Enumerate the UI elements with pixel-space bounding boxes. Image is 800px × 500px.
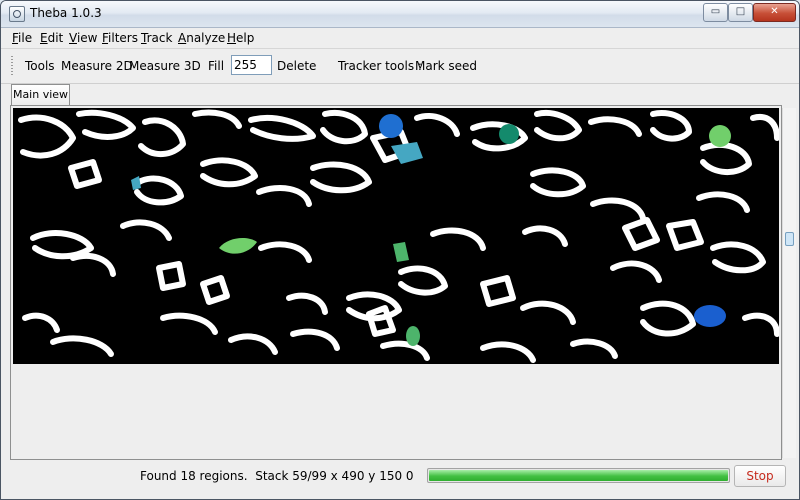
menu-help[interactable]: Help (227, 31, 254, 45)
title-bar[interactable]: Theba 1.0.3 ▭ □ ✕ (1, 1, 799, 28)
segmentation-image[interactable] (13, 108, 779, 364)
fill-value-input[interactable]: 255 (231, 55, 272, 75)
status-message: Found 18 regions. (140, 469, 248, 483)
app-icon (9, 6, 25, 22)
delete-button[interactable]: Delete (277, 59, 316, 73)
progress-fill (429, 470, 728, 481)
minimize-button[interactable]: ▭ (703, 3, 728, 22)
menu-file[interactable]: File (12, 31, 32, 45)
tab-strip: Main view (11, 84, 781, 106)
region-blue-bottom[interactable] (694, 305, 726, 327)
region-green-bottom[interactable] (406, 326, 420, 346)
menu-analyze[interactable]: Analyze (178, 31, 225, 45)
window-title: Theba 1.0.3 (30, 6, 102, 20)
menu-track[interactable]: Track (141, 31, 172, 45)
scrollbar-thumb[interactable] (785, 232, 794, 246)
stop-button[interactable]: Stop (734, 465, 786, 487)
menu-filters[interactable]: Filters (102, 31, 138, 45)
progress-bar (427, 468, 730, 483)
mark-seed-button[interactable]: Mark seed (415, 59, 477, 73)
region-green-right[interactable] (709, 125, 731, 147)
region-blue-top[interactable] (379, 114, 403, 138)
measure-3d-button[interactable]: Measure 3D (129, 59, 201, 73)
menu-bar: File Edit View Filters Track Analyze Hel… (1, 28, 799, 49)
tab-main-view[interactable]: Main view (11, 84, 70, 105)
main-view-panel (10, 105, 782, 460)
maximize-button[interactable]: □ (728, 3, 753, 22)
close-button[interactable]: ✕ (753, 3, 796, 22)
segmentation-canvas[interactable] (13, 108, 779, 364)
menu-view[interactable]: View (69, 31, 97, 45)
menu-edit[interactable]: Edit (40, 31, 63, 45)
region-teal-top[interactable] (499, 124, 519, 144)
fill-button[interactable]: Fill (208, 59, 224, 73)
toolbar: Tools Measure 2D Measure 3D Fill 255 Del… (1, 49, 799, 84)
measure-2d-button[interactable]: Measure 2D (61, 59, 133, 73)
tracker-tools-label: Tracker tools : (338, 59, 422, 73)
toolbar-grip[interactable] (11, 56, 13, 76)
status-bar: Found 18 regions. Stack 59/99 x 490 y 15… (1, 461, 799, 497)
vertical-scrollbar[interactable] (782, 108, 796, 458)
tools-label: Tools (25, 59, 55, 73)
app-window: Theba 1.0.3 ▭ □ ✕ File Edit View Filters… (0, 0, 800, 500)
status-text: Found 18 regions. Stack 59/99 x 490 y 15… (140, 469, 414, 483)
stack-position: Stack 59/99 x 490 y 150 0 (255, 469, 414, 483)
